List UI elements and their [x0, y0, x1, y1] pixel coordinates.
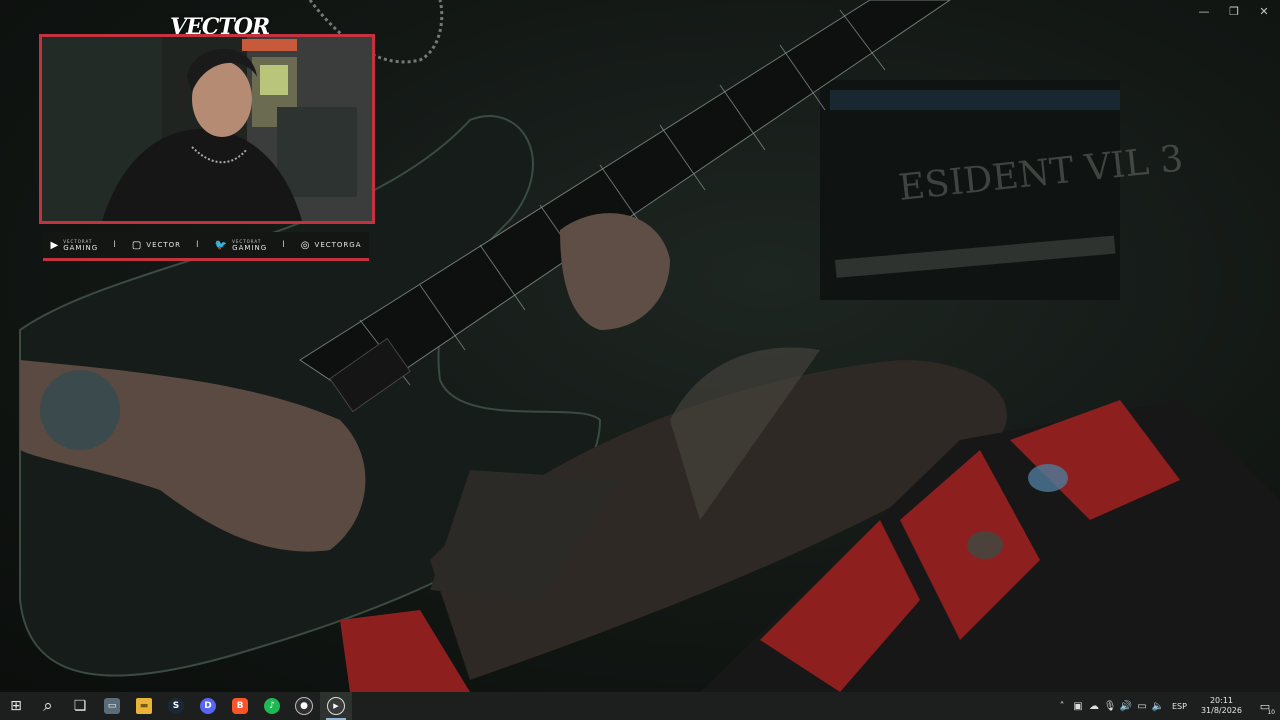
- social-twitch-label: VECTOR: [146, 240, 182, 249]
- minimize-button[interactable]: —: [1188, 0, 1220, 22]
- stream-scene: ESIDENT VIL 3 — ❐ ✕ VECTOR ▶ VECTORAT GA…: [0, 0, 1280, 692]
- webcam-feed: [42, 37, 372, 221]
- social-twitter-handle: VECTORAT: [232, 239, 262, 244]
- taskbar-app-discord[interactable]: D: [192, 692, 224, 720]
- restore-button[interactable]: ❐: [1218, 0, 1250, 22]
- social-instagram[interactable]: ◎ VECTORGA: [301, 240, 362, 251]
- tray-volume[interactable]: 🔈: [1150, 692, 1166, 720]
- discord-icon: D: [200, 698, 216, 714]
- tray-onedrive[interactable]: ☁: [1086, 692, 1102, 720]
- social-instagram-label: VECTORGA: [314, 240, 362, 249]
- show-hidden-icons-button[interactable]: ˄: [1054, 692, 1070, 720]
- taskbar-app-spotify[interactable]: ♪: [256, 692, 288, 720]
- youtube-icon: ▶: [50, 239, 60, 251]
- speaker-wave-icon: 🔊: [1119, 700, 1133, 712]
- tray-network[interactable]: ▭: [1134, 692, 1150, 720]
- start-button[interactable]: ⊞: [0, 692, 32, 720]
- tray-window-icon: ▣: [1073, 700, 1083, 712]
- steam-icon: S: [168, 698, 184, 714]
- clock-date: 31/8/2026: [1200, 706, 1242, 715]
- microphone-icon: 🎙: [1103, 700, 1117, 712]
- separator: I: [196, 240, 200, 250]
- folder-icon: ▬: [136, 698, 152, 714]
- brave-icon: B: [232, 698, 248, 714]
- social-links-bar: ▶ VECTORAT GAMING I ▢ VECTOR I 🐦 VECTORA…: [43, 232, 369, 261]
- taskbar-clock[interactable]: 20:11 31/8/2026: [1193, 696, 1250, 716]
- social-youtube[interactable]: ▶ VECTORAT GAMING: [51, 238, 99, 252]
- windows-taskbar: ⊞ ⌕ ❏ ▭ ▬ S D B ♪ ● ▶ ˄ ▣ ☁ 🎙 🔊 ▭ 🔈 ESP …: [0, 692, 1280, 720]
- separator: I: [282, 240, 286, 250]
- task-view-icon: ❏: [73, 698, 87, 714]
- clock-time: 20:11: [1209, 696, 1234, 705]
- windows-logo-icon: ⊞: [10, 698, 22, 714]
- obs-icon: ●: [295, 697, 313, 715]
- social-twitter[interactable]: 🐦 VECTORAT GAMING: [215, 238, 267, 252]
- social-youtube-label: GAMING: [63, 244, 99, 252]
- tray-app-icon[interactable]: ▣: [1070, 692, 1086, 720]
- system-tray: ˄ ▣ ☁ 🎙 🔊 ▭ 🔈 ESP 20:11 31/8/2026 ▭ 10: [1054, 692, 1280, 720]
- network-icon: ▭: [1137, 700, 1147, 712]
- chevron-up-icon: ˄: [1059, 700, 1065, 712]
- instagram-icon: ◎: [300, 239, 311, 251]
- spotify-icon: ♪: [264, 698, 280, 714]
- webcam-frame: [39, 34, 375, 224]
- social-youtube-handle: VECTORAT: [63, 239, 93, 244]
- social-twitch[interactable]: ▢ VECTOR: [132, 240, 181, 251]
- taskbar-app-tablet[interactable]: ▭: [96, 692, 128, 720]
- taskbar-app-media-player[interactable]: ▶: [320, 692, 352, 720]
- tray-audio-device[interactable]: 🔊: [1118, 692, 1134, 720]
- input-language-indicator[interactable]: ESP: [1166, 702, 1193, 711]
- media-player-icon: ▶: [327, 697, 345, 715]
- search-icon: ⌕: [43, 696, 53, 716]
- tablet-app-icon: ▭: [104, 698, 120, 714]
- search-button[interactable]: ⌕: [32, 692, 64, 720]
- social-twitter-label: GAMING: [232, 244, 268, 252]
- separator: I: [113, 240, 117, 250]
- notification-count: 10: [1267, 709, 1275, 716]
- task-view-button[interactable]: ❏: [64, 692, 96, 720]
- close-button[interactable]: ✕: [1248, 0, 1280, 22]
- taskbar-app-steam[interactable]: S: [160, 692, 192, 720]
- taskbar-app-brave[interactable]: B: [224, 692, 256, 720]
- notification-center-button[interactable]: ▭ 10: [1250, 692, 1280, 720]
- cloud-icon: ☁: [1089, 700, 1099, 712]
- taskbar-app-file-explorer[interactable]: ▬: [128, 692, 160, 720]
- taskbar-app-obs[interactable]: ●: [288, 692, 320, 720]
- twitch-icon: ▢: [131, 239, 143, 251]
- volume-icon: 🔈: [1151, 700, 1165, 712]
- twitter-icon: 🐦: [214, 239, 229, 251]
- tray-microphone[interactable]: 🎙: [1102, 692, 1118, 720]
